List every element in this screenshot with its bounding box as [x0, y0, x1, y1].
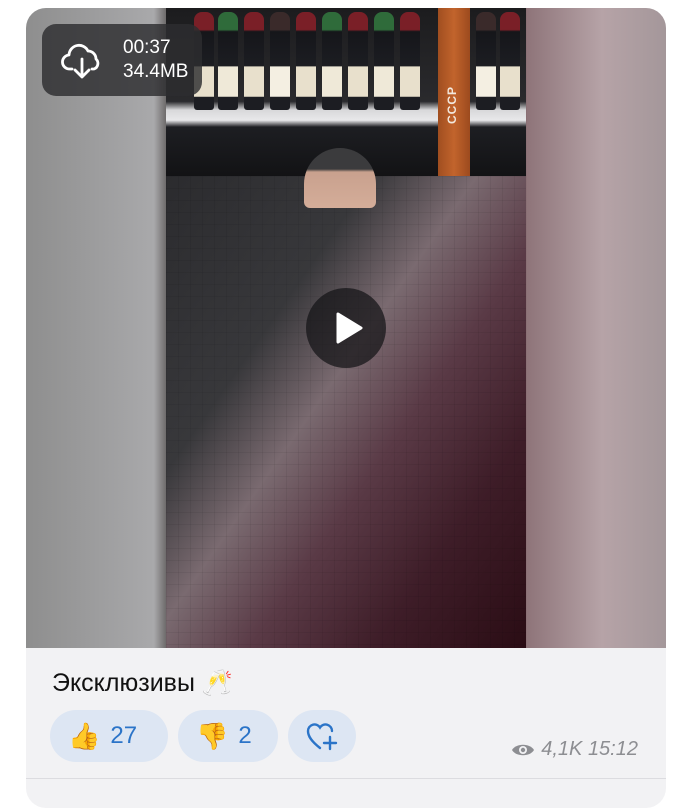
- eye-icon: [512, 744, 535, 755]
- bottle: [348, 12, 368, 110]
- message-meta: 4,1K 15:12: [511, 738, 638, 761]
- pixelated-region: [166, 176, 526, 648]
- add-reaction-button[interactable]: [288, 710, 356, 762]
- bottle: [374, 12, 394, 110]
- heart-add-icon: [306, 723, 338, 751]
- bottle: [400, 12, 420, 110]
- bottle: [270, 12, 290, 110]
- message-time: 15:12: [587, 738, 638, 760]
- divider: [26, 778, 666, 779]
- reaction-thumbs-up[interactable]: 👍 27: [50, 710, 168, 762]
- video-duration: 00:37: [123, 37, 171, 58]
- cloud-download-icon[interactable]: [60, 39, 104, 83]
- reaction-count: 2: [238, 722, 252, 749]
- bottle: [244, 12, 264, 110]
- play-icon: [336, 312, 363, 344]
- message-caption: Эксклюзивы 🥂: [52, 669, 233, 698]
- bottle: [296, 12, 316, 110]
- champagne-emoji: 🥂: [201, 669, 234, 697]
- bottle: [322, 12, 342, 110]
- reaction-thumbs-down[interactable]: 👎 2: [178, 710, 278, 762]
- video-size: 34.4MB: [123, 61, 189, 82]
- bottle: [476, 12, 496, 110]
- thumbs-down-icon: 👎: [196, 721, 229, 751]
- views-count: 4,1K: [541, 738, 583, 760]
- reaction-count: 27: [110, 722, 138, 749]
- pillar-label: СССР: [445, 86, 459, 125]
- bottle: [218, 12, 238, 110]
- thumbs-up-icon: 👍: [68, 721, 101, 751]
- download-badge[interactable]: 00:37 34.4MB: [42, 24, 202, 96]
- bottle: [500, 12, 520, 110]
- play-button[interactable]: [306, 288, 386, 368]
- video-attachment[interactable]: СССР 00:37 34.4MB: [26, 8, 666, 648]
- message-card: СССР 00:37 34.4MB Эксклюзивы 🥂 👍 27 👎 2 …: [26, 8, 666, 808]
- caption-text: Эксклюзивы: [52, 669, 195, 697]
